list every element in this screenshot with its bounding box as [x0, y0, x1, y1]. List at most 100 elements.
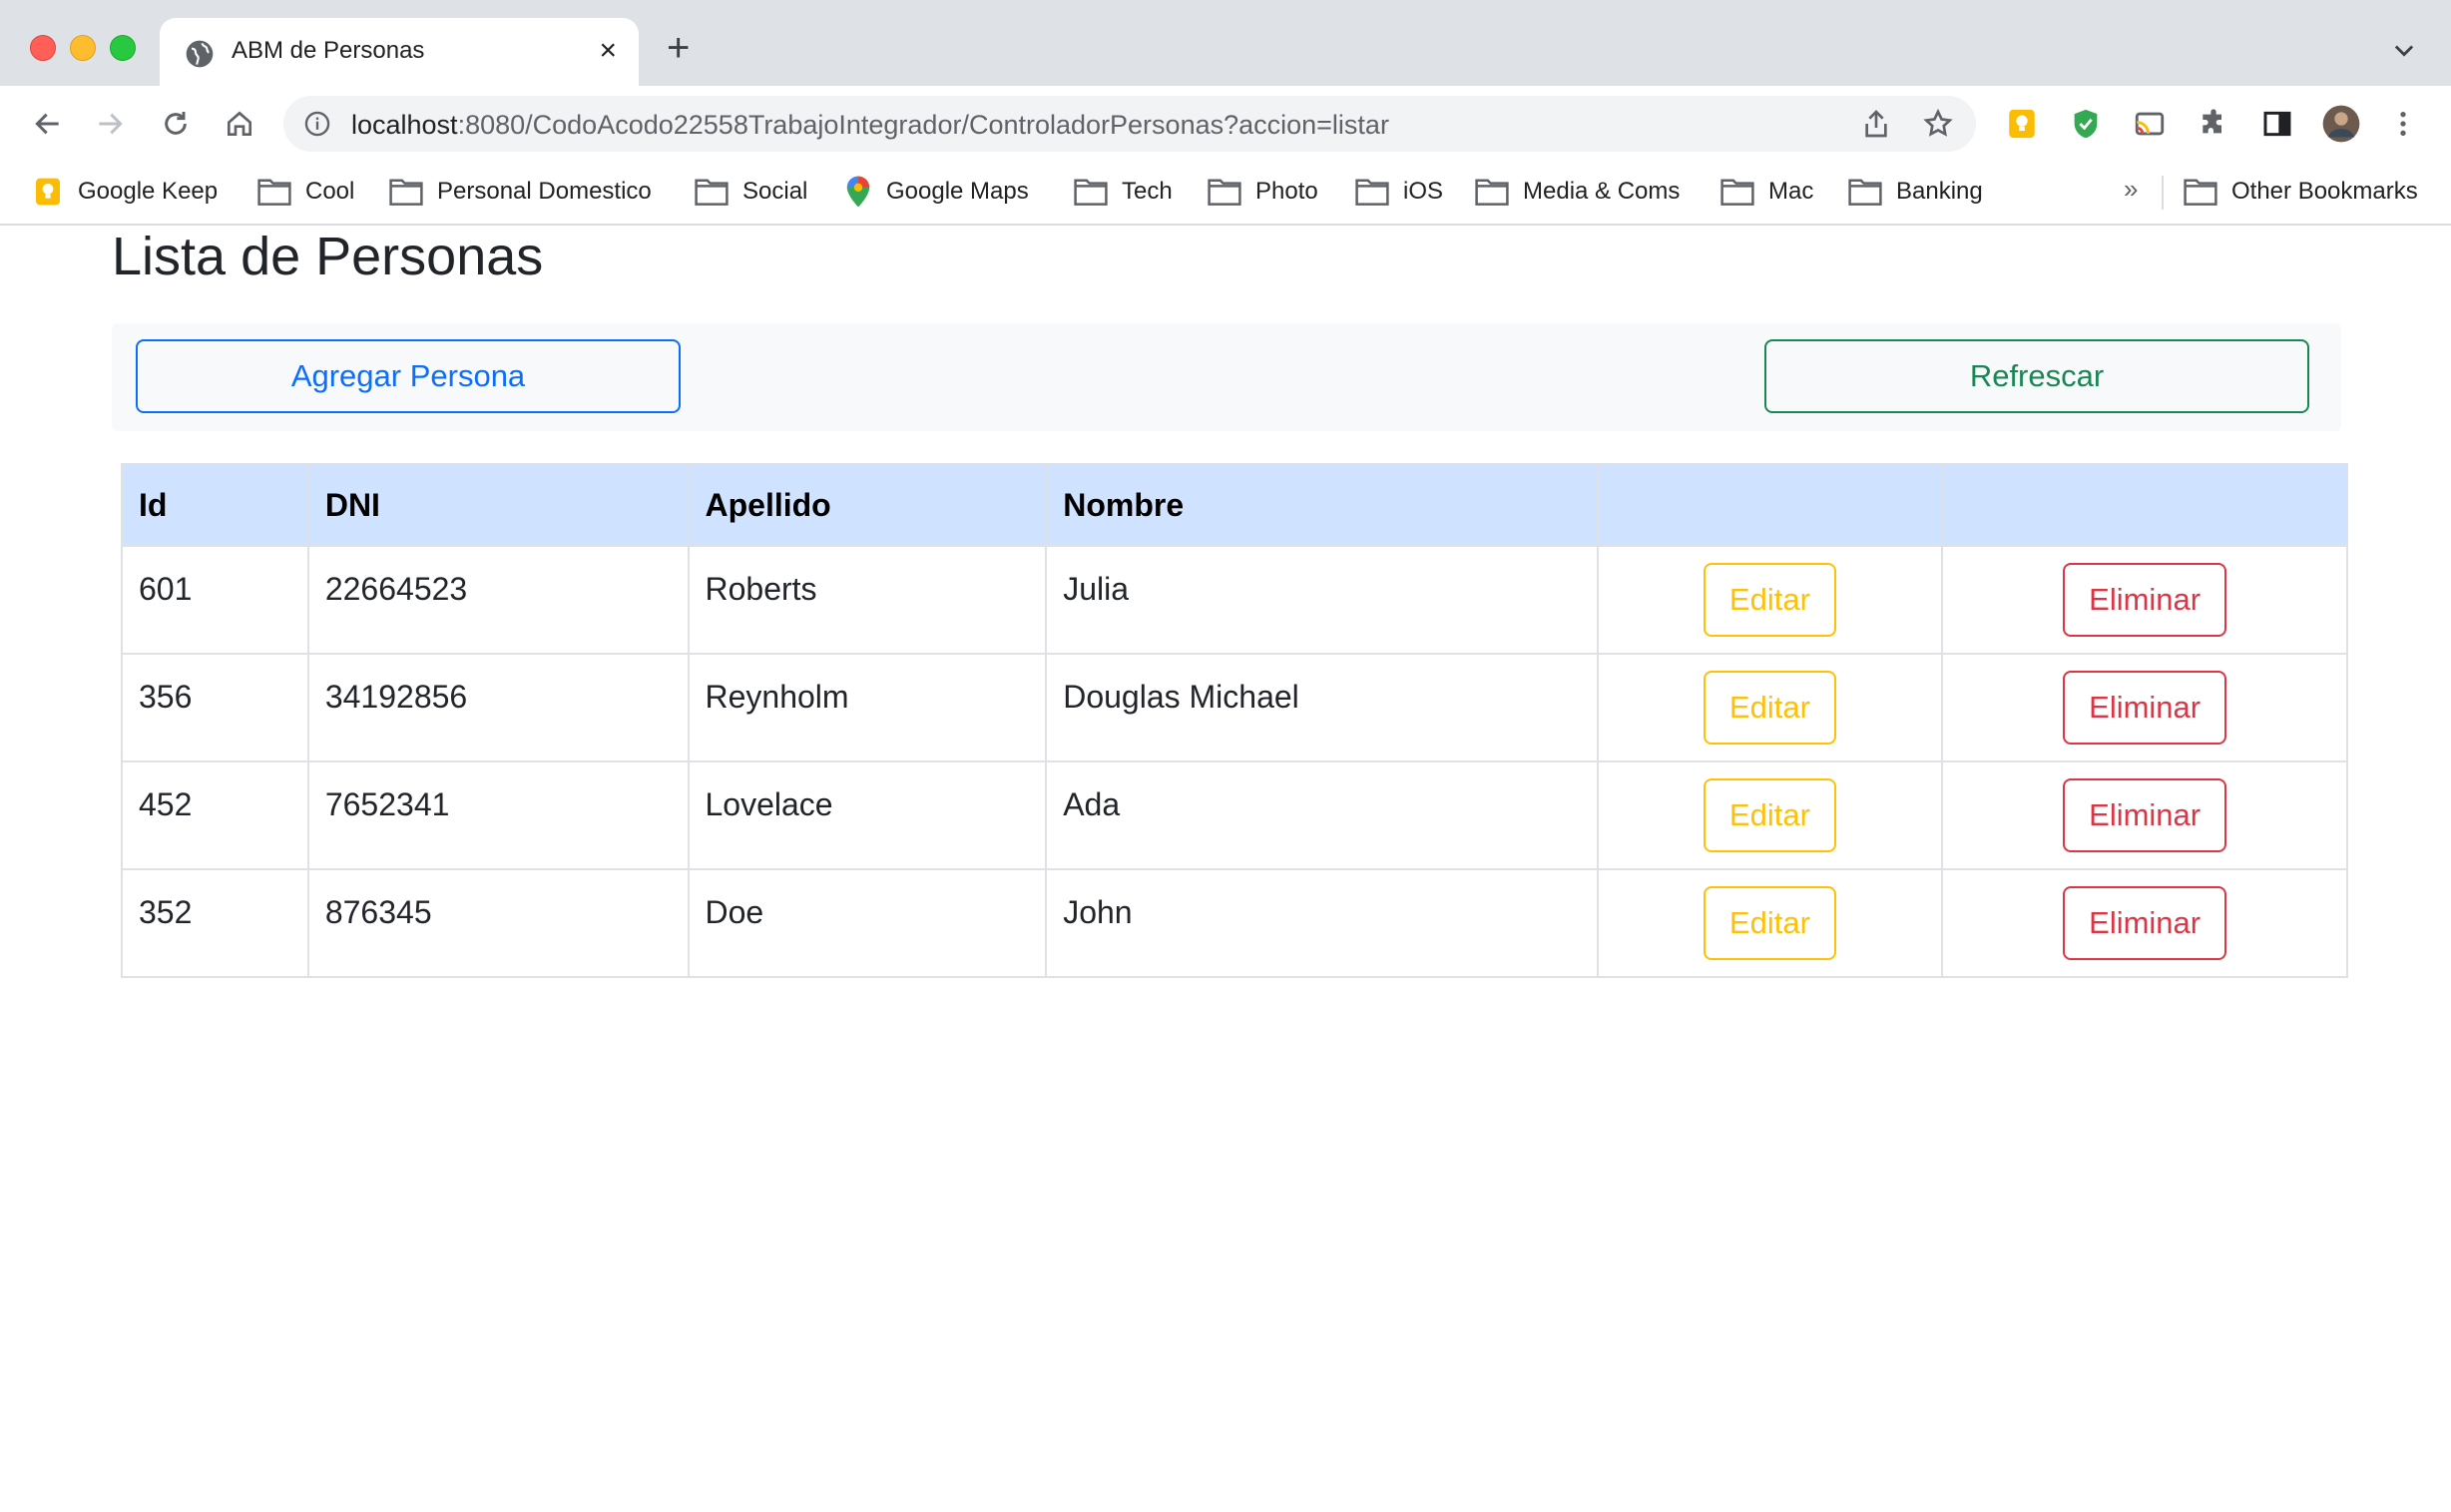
folder-icon: [1475, 179, 1509, 206]
home-icon: [228, 111, 251, 136]
bookmark-label: Social: [742, 178, 808, 205]
cell-apellido: Lovelace: [687, 760, 1048, 870]
bookmark-label: Tech: [1122, 178, 1173, 205]
header-apellido: Apellido: [687, 463, 1048, 547]
side-panel-button[interactable]: [2255, 102, 2299, 146]
cell-delete: Eliminar: [1941, 653, 2348, 762]
bookmark-label: Mac: [1768, 178, 1814, 205]
cell-apellido: Roberts: [687, 545, 1048, 655]
reload-icon: [165, 112, 187, 135]
bookmark-star-icon[interactable]: [1922, 108, 1954, 140]
bookmark-mac[interactable]: Mac: [1720, 174, 1813, 210]
folder-icon: [1720, 179, 1754, 206]
bookmarks-overflow-button[interactable]: »: [2124, 174, 2138, 205]
cast-icon: [2135, 112, 2165, 136]
folder-icon: [1208, 179, 1241, 206]
cell-nombre: Julia: [1045, 545, 1599, 655]
page-content: Lista de Personas Agregar Persona Refres…: [0, 226, 2451, 1512]
cast-extension-button[interactable]: [2128, 102, 2172, 146]
cell-id: 352: [121, 868, 309, 978]
folder-icon: [695, 179, 729, 206]
site-info-icon[interactable]: [303, 110, 331, 138]
add-person-button[interactable]: Agregar Persona: [136, 339, 681, 413]
cell-id: 356: [121, 653, 309, 762]
forward-arrow-icon: [99, 113, 123, 135]
folder-icon: [1355, 179, 1389, 206]
cell-nombre: Douglas Michael: [1045, 653, 1599, 762]
bookmark-label: Banking: [1896, 178, 1983, 205]
cell-apellido: Doe: [687, 868, 1048, 978]
table-header: Id DNI Apellido Nombre: [121, 463, 2348, 547]
extensions-button[interactable]: [2192, 102, 2235, 146]
table-row: 352 876345 Doe John Editar Eliminar: [121, 868, 2348, 978]
avatar: [2322, 105, 2360, 143]
cell-delete: Eliminar: [1941, 545, 2348, 655]
url-text[interactable]: localhost:8080/CodoAcodo22558TrabajoInte…: [351, 110, 1389, 141]
window-close-button[interactable]: [30, 35, 56, 61]
bookmark-google-keep[interactable]: Google Keep: [32, 174, 218, 210]
cell-delete: Eliminar: [1941, 760, 2348, 870]
bookmark-social[interactable]: Social: [695, 174, 807, 210]
browser-tab[interactable]: ABM de Personas ×: [160, 18, 639, 86]
edit-button[interactable]: Editar: [1703, 671, 1836, 745]
tab-search-chevron-icon[interactable]: [2390, 36, 2418, 64]
keep-icon: [36, 178, 60, 206]
cell-delete: Eliminar: [1941, 868, 2348, 978]
bookmark-label: Photo: [1255, 178, 1318, 205]
home-button[interactable]: [218, 102, 261, 146]
cell-dni: 22664523: [306, 545, 690, 655]
url-path: :8080/CodoAcodo22558TrabajoIntegrador/Co…: [457, 110, 1389, 140]
delete-button[interactable]: Eliminar: [2063, 886, 2227, 960]
shield-extension-button[interactable]: [2064, 102, 2108, 146]
refresh-button[interactable]: Refrescar: [1764, 339, 2309, 413]
tab-strip: ABM de Personas × +: [0, 0, 2451, 86]
delete-button[interactable]: Eliminar: [2063, 671, 2227, 745]
back-button[interactable]: [26, 102, 70, 146]
address-bar[interactable]: localhost:8080/CodoAcodo22558TrabajoInte…: [283, 96, 1976, 152]
delete-button[interactable]: Eliminar: [2063, 563, 2227, 637]
edit-button[interactable]: Editar: [1703, 563, 1836, 637]
bookmark-banking[interactable]: Banking: [1848, 174, 1983, 210]
browser-menu-button[interactable]: [2381, 102, 2425, 146]
header-edit-column: [1596, 463, 1944, 547]
keep-extension-button[interactable]: [2000, 102, 2044, 146]
cell-nombre: Ada: [1045, 760, 1599, 870]
bookmark-tech[interactable]: Tech: [1074, 174, 1173, 210]
bookmark-cool[interactable]: Cool: [257, 174, 354, 210]
globe-icon: [186, 40, 214, 68]
bookmark-personal-domestico[interactable]: Personal Domestico: [389, 174, 652, 210]
folder-icon: [2184, 179, 2217, 206]
delete-button[interactable]: Eliminar: [2063, 778, 2227, 852]
tab-close-icon[interactable]: ×: [599, 36, 617, 66]
new-tab-button[interactable]: +: [667, 28, 690, 68]
reload-button[interactable]: [154, 102, 198, 146]
bookmark-label: Other Bookmarks: [2231, 178, 2418, 205]
cell-dni: 876345: [306, 868, 690, 978]
bookmark-google-maps[interactable]: Google Maps: [844, 174, 1029, 210]
profile-button[interactable]: [2319, 102, 2363, 146]
share-icon[interactable]: [1860, 108, 1892, 140]
folder-icon: [257, 179, 291, 206]
tab-title: ABM de Personas: [232, 37, 425, 64]
shield-icon: [2074, 109, 2098, 139]
puzzle-icon: [2203, 109, 2221, 134]
edit-button[interactable]: Editar: [1703, 778, 1836, 852]
table-row: 452 7652341 Lovelace Ada Editar Eliminar: [121, 760, 2348, 870]
browser-toolbar: localhost:8080/CodoAcodo22558TrabajoInte…: [0, 86, 2451, 162]
window-maximize-button[interactable]: [110, 35, 136, 61]
cell-dni: 7652341: [306, 760, 690, 870]
folder-icon: [1074, 179, 1108, 206]
edit-button[interactable]: Editar: [1703, 886, 1836, 960]
bookmark-ios[interactable]: iOS: [1355, 174, 1443, 210]
window-minimize-button[interactable]: [70, 35, 96, 61]
cell-nombre: John: [1045, 868, 1599, 978]
forward-button[interactable]: [88, 102, 132, 146]
bookmarks-divider: [2162, 176, 2164, 210]
bookmark-photo[interactable]: Photo: [1208, 174, 1318, 210]
url-host: localhost: [351, 110, 458, 140]
folder-icon: [389, 179, 423, 206]
header-delete-column: [1941, 463, 2348, 547]
bookmark-media-coms[interactable]: Media & Coms: [1475, 174, 1680, 210]
side-panel-icon: [2263, 111, 2291, 137]
bookmark-other-bookmarks[interactable]: Other Bookmarks: [2184, 174, 2418, 210]
